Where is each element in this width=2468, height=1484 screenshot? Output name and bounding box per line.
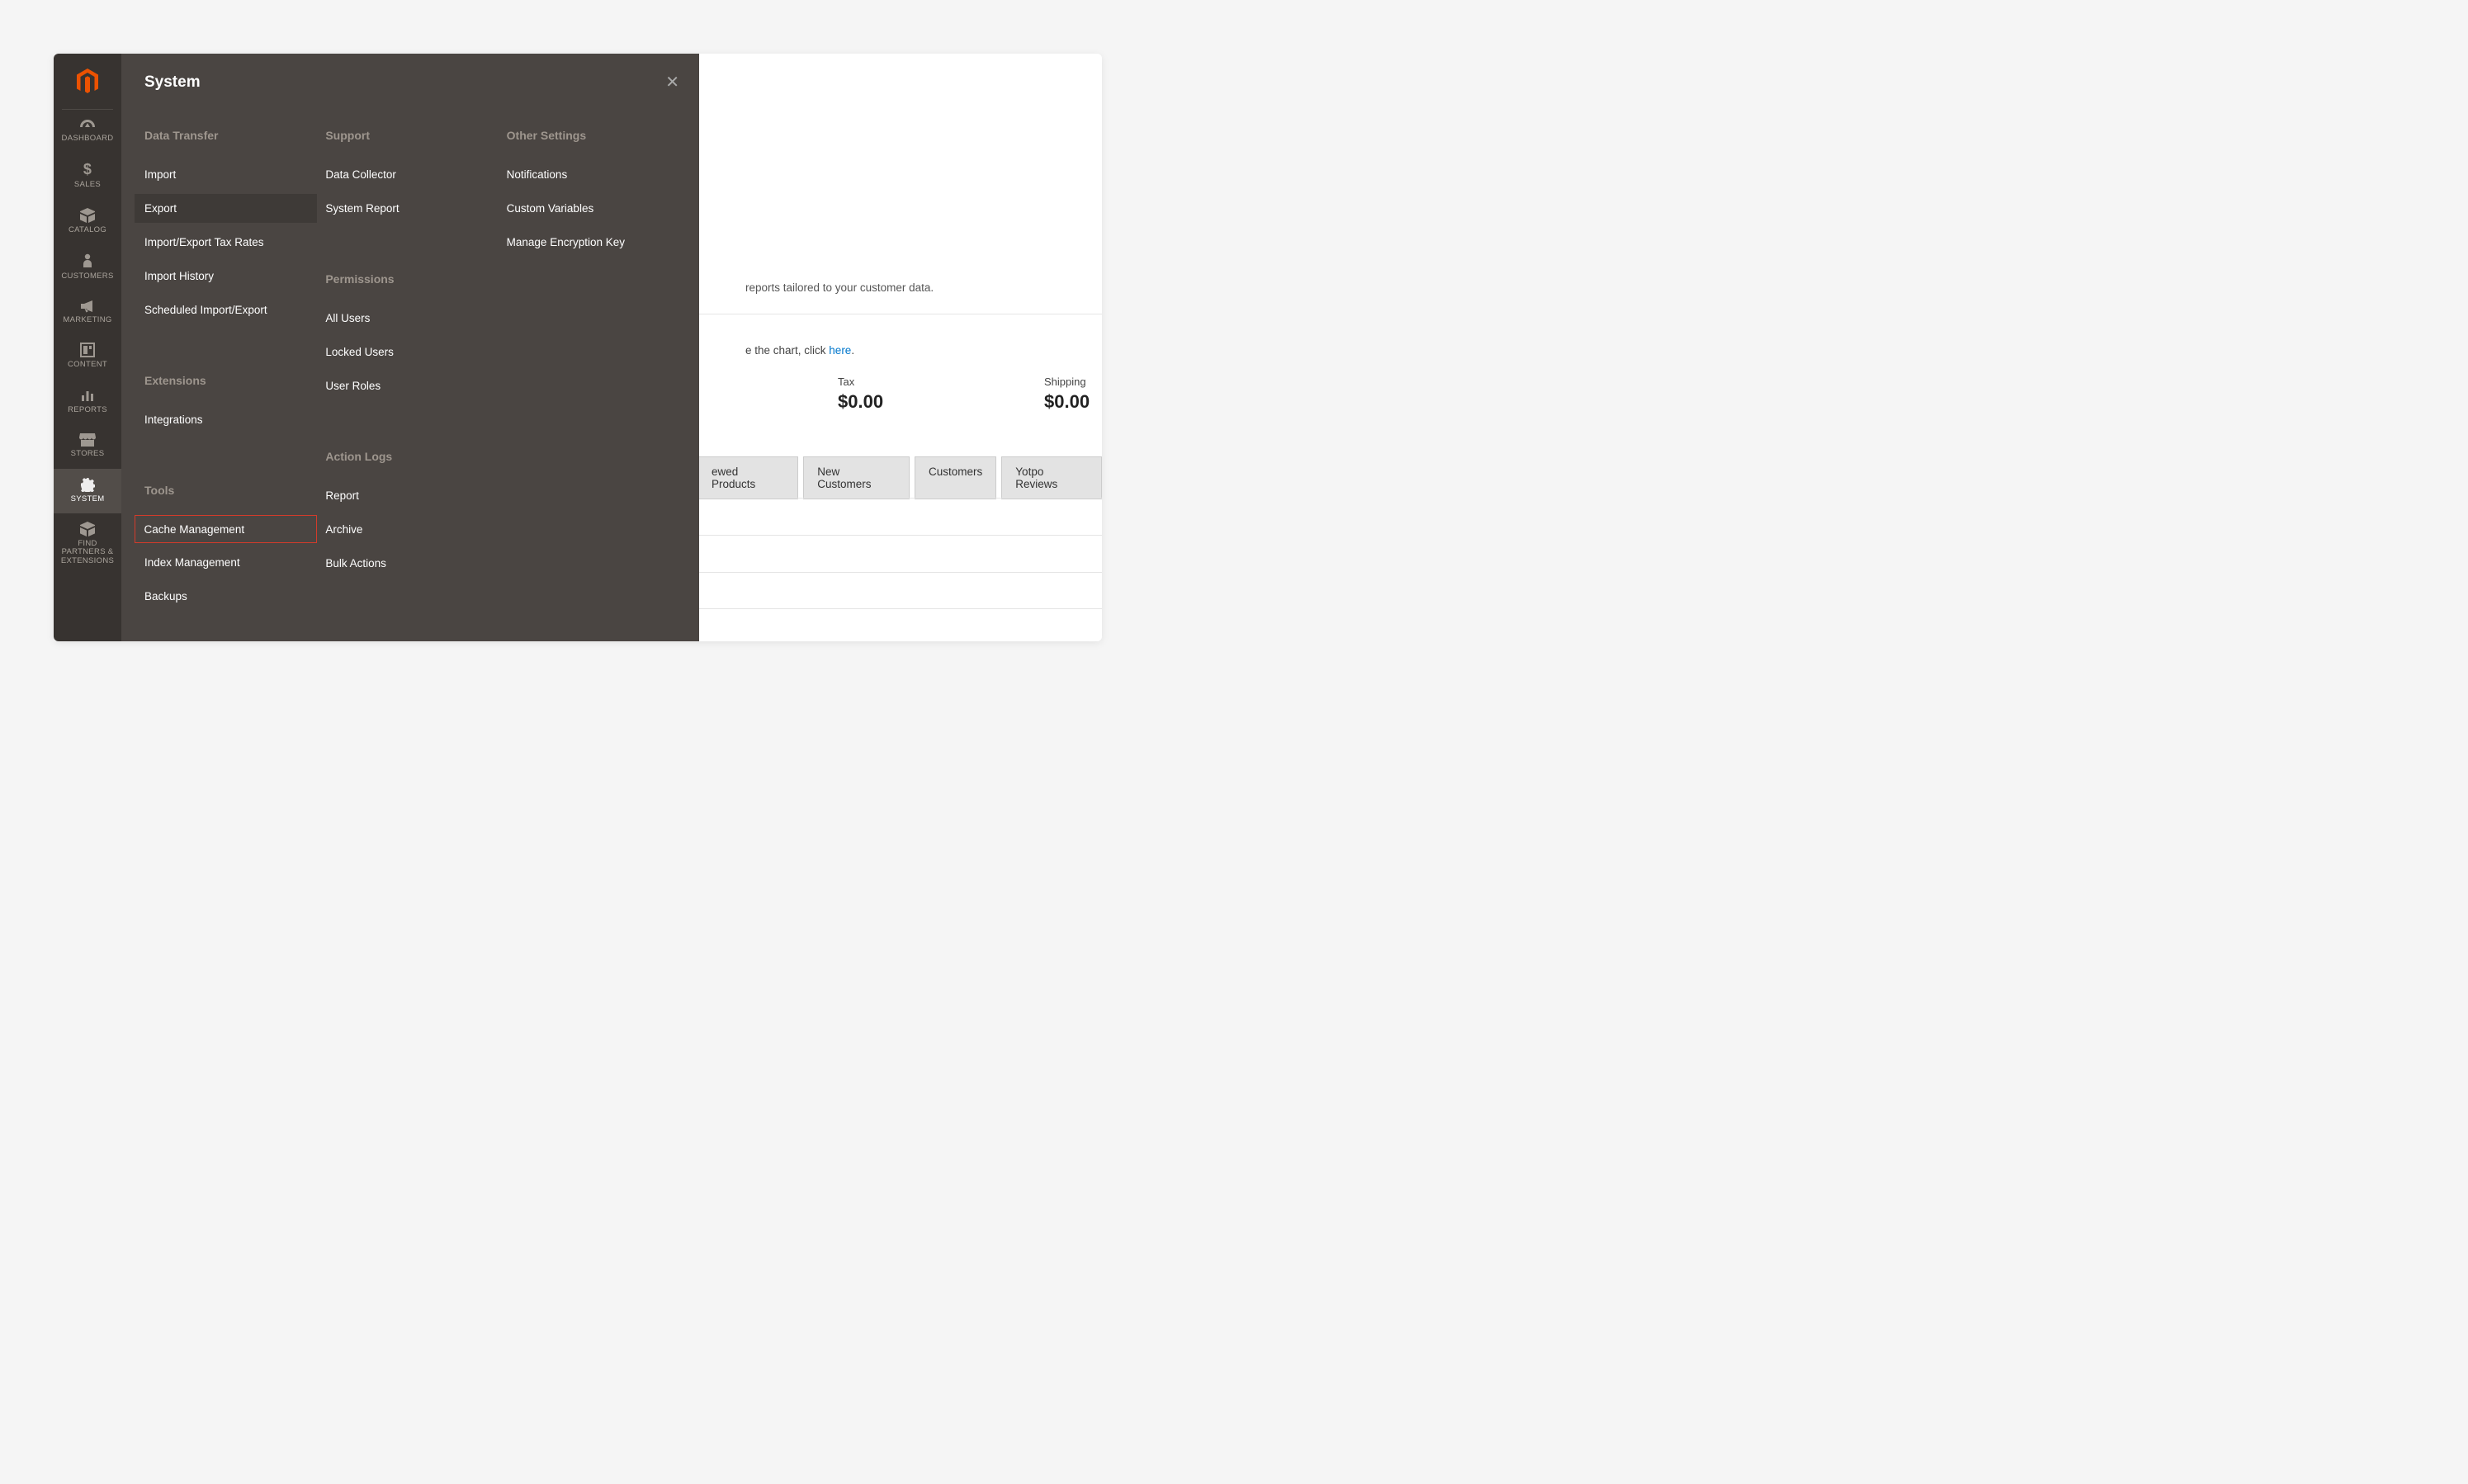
sidebar-item-label: SYSTEM	[71, 495, 105, 503]
flyout-col-2: Support Data Collector System Report Per…	[325, 122, 498, 616]
sidebar-item-label: CUSTOMERS	[61, 272, 113, 281]
menu-scheduled-import[interactable]: Scheduled Import/Export	[135, 295, 317, 324]
layout-icon	[80, 343, 95, 357]
divider	[697, 535, 1102, 536]
menu-integrations[interactable]: Integrations	[135, 405, 317, 434]
menu-import-history[interactable]: Import History	[135, 262, 317, 291]
menu-cache-management[interactable]: Cache Management	[135, 515, 317, 543]
close-icon[interactable]: ✕	[665, 72, 679, 92]
menu-export[interactable]: Export	[135, 194, 317, 223]
sidebar-item-label: MARKETING	[63, 316, 111, 324]
menu-al-archive[interactable]: Archive	[315, 515, 498, 544]
sidebar-item-label: STORES	[71, 450, 105, 458]
sidebar-item-content[interactable]: CONTENT	[54, 334, 121, 379]
stat-tax: Tax $0.00	[838, 376, 883, 413]
tab-new-customers[interactable]: New Customers	[803, 456, 910, 499]
gauge-icon	[79, 118, 96, 131]
sidebar-item-customers[interactable]: CUSTOMERS	[54, 244, 121, 291]
puzzle-icon	[79, 522, 96, 536]
group-other-settings: Other Settings	[507, 129, 679, 142]
sidebar-item-label: FIND PARTNERS & EXTENSIONS	[55, 540, 120, 565]
flyout-col-3: Other Settings Notifications Custom Vari…	[507, 122, 679, 616]
divider	[697, 608, 1102, 609]
group-action-logs: Action Logs	[325, 450, 498, 463]
tab-viewed-products[interactable]: ewed Products	[697, 456, 798, 499]
sidebar-item-label: SALES	[74, 181, 101, 189]
bar-chart-icon	[80, 388, 95, 403]
group-permissions: Permissions	[325, 272, 498, 286]
menu-backups[interactable]: Backups	[135, 582, 317, 611]
sidebar-item-reports[interactable]: REPORTS	[54, 380, 121, 424]
admin-sidebar: DASHBOARD $ SALES CATALOG CUSTOMERS MARK…	[54, 54, 121, 641]
sidebar-item-marketing[interactable]: MARKETING	[54, 291, 121, 334]
group-tools: Tools	[144, 484, 317, 497]
tab-yotpo-reviews[interactable]: Yotpo Reviews	[1001, 456, 1102, 499]
chart-hint-prefix: e the chart, click	[745, 344, 829, 357]
magento-logo-icon	[76, 69, 99, 95]
flyout-header: System ✕	[144, 72, 679, 92]
menu-import[interactable]: Import	[135, 160, 317, 189]
svg-text:$: $	[83, 161, 92, 177]
stat-shipping: Shipping $0.00	[1044, 376, 1090, 413]
menu-all-users[interactable]: All Users	[315, 304, 498, 333]
sidebar-item-label: REPORTS	[68, 406, 107, 414]
sidebar-item-dashboard[interactable]: DASHBOARD	[54, 110, 121, 153]
admin-window: reports tailored to your customer data. …	[54, 54, 1102, 641]
stat-label: Shipping	[1044, 376, 1090, 388]
magento-logo[interactable]	[62, 54, 113, 110]
sidebar-item-label: DASHBOARD	[62, 135, 114, 143]
dashboard-tabs: ewed Products New Customers Customers Yo…	[697, 456, 1102, 499]
menu-tax-rates[interactable]: Import/Export Tax Rates	[135, 228, 317, 257]
group-extensions: Extensions	[144, 374, 317, 387]
stat-value: $0.00	[838, 391, 883, 413]
menu-al-report[interactable]: Report	[315, 481, 498, 510]
gear-icon	[80, 477, 95, 492]
divider	[697, 498, 1102, 499]
menu-notifications[interactable]: Notifications	[497, 160, 679, 189]
sidebar-item-stores[interactable]: STORES	[54, 424, 121, 468]
menu-data-collector[interactable]: Data Collector	[315, 160, 498, 189]
menu-encryption-key[interactable]: Manage Encryption Key	[497, 228, 679, 257]
tab-customers[interactable]: Customers	[915, 456, 996, 499]
sidebar-item-partners[interactable]: FIND PARTNERS & EXTENSIONS	[54, 513, 121, 575]
box-icon	[79, 208, 96, 223]
group-data-transfer: Data Transfer	[144, 129, 317, 142]
menu-system-report[interactable]: System Report	[315, 194, 498, 223]
menu-al-bulk[interactable]: Bulk Actions	[315, 549, 498, 578]
menu-index-management[interactable]: Index Management	[135, 548, 317, 577]
flyout-columns: Data Transfer Import Export Import/Expor…	[144, 122, 679, 616]
bi-hint-text: reports tailored to your customer data.	[745, 281, 934, 294]
sidebar-item-label: CONTENT	[68, 361, 107, 369]
dollar-icon: $	[82, 161, 93, 177]
sidebar-item-sales[interactable]: $ SALES	[54, 153, 121, 199]
menu-user-roles[interactable]: User Roles	[315, 371, 498, 400]
sidebar-item-label: CATALOG	[69, 226, 106, 234]
divider	[697, 572, 1102, 573]
person-icon	[82, 253, 93, 269]
chart-enable-hint: e the chart, click here.	[745, 344, 854, 357]
system-flyout-panel: System ✕ Data Transfer Import Export Imp…	[121, 54, 699, 641]
store-icon	[79, 432, 96, 447]
stat-label: Tax	[838, 376, 883, 388]
flyout-title: System	[144, 73, 201, 92]
sidebar-item-system[interactable]: SYSTEM	[54, 469, 121, 513]
chart-enable-link[interactable]: here	[829, 344, 851, 357]
sidebar-item-catalog[interactable]: CATALOG	[54, 200, 121, 244]
stat-value: $0.00	[1044, 391, 1090, 413]
menu-locked-users[interactable]: Locked Users	[315, 338, 498, 366]
menu-custom-variables[interactable]: Custom Variables	[497, 194, 679, 223]
group-support: Support	[325, 129, 498, 142]
megaphone-icon	[79, 300, 96, 313]
flyout-col-1: Data Transfer Import Export Import/Expor…	[144, 122, 317, 616]
